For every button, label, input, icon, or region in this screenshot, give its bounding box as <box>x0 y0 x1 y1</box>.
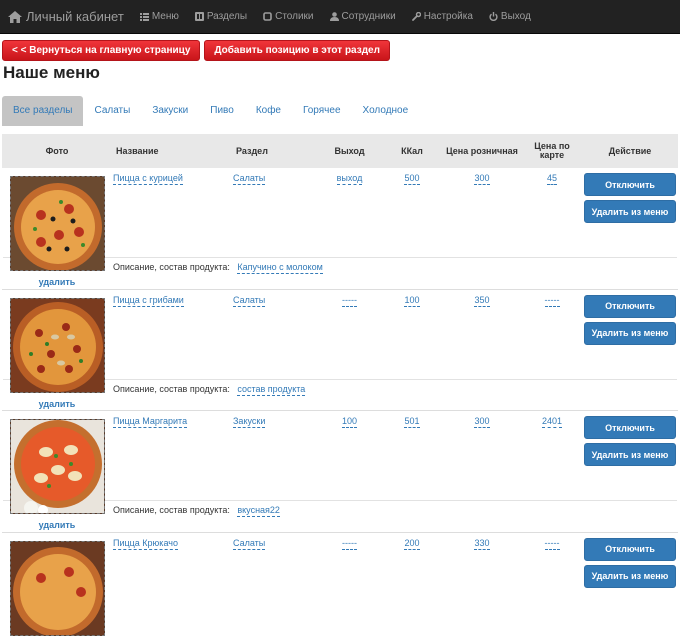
item-price-card[interactable]: ----- <box>544 538 560 550</box>
item-price-retail[interactable]: 300 <box>474 173 490 185</box>
item-kcal[interactable]: 501 <box>404 416 420 428</box>
remove-from-menu-button[interactable]: Удалить из меню <box>584 564 676 588</box>
item-section[interactable]: Салаты <box>233 173 266 185</box>
pizza-photo[interactable] <box>9 297 105 393</box>
remove-from-menu-button[interactable]: Удалить из меню <box>584 321 676 345</box>
header-section: Раздел <box>232 134 317 168</box>
item-price-card[interactable]: 2401 <box>541 416 563 428</box>
tab-hot[interactable]: Горячее <box>292 96 352 126</box>
top-navbar: Личный кабинет Меню Разделы Столики Сотр… <box>0 0 680 34</box>
brand-label: Личный кабинет <box>26 9 124 24</box>
nav-label-menu: Меню <box>151 11 179 22</box>
header-kcal: ККал <box>382 134 442 168</box>
item-name[interactable]: Пицца с курицей <box>113 173 183 185</box>
remove-from-menu-button[interactable]: Удалить из меню <box>584 443 676 466</box>
item-output[interactable]: выход <box>336 173 363 185</box>
menu-table: Фото Название Раздел Выход ККал Цена роз… <box>2 134 678 637</box>
disable-button[interactable]: Отключить <box>584 294 676 318</box>
book-icon <box>194 12 204 21</box>
pizza-photo[interactable] <box>9 540 105 636</box>
square-icon <box>263 12 272 21</box>
wrench-icon <box>411 12 421 21</box>
nav-label-sections: Разделы <box>206 11 248 22</box>
item-price-retail[interactable]: 330 <box>474 538 490 550</box>
item-price-retail[interactable]: 350 <box>474 295 490 307</box>
item-section[interactable]: Салаты <box>233 538 266 550</box>
header-action: Действие <box>582 134 678 168</box>
nav-item-settings[interactable]: Настройка <box>404 0 481 34</box>
item-price-retail[interactable]: 300 <box>474 416 490 428</box>
power-icon <box>489 12 498 21</box>
description-label: Описание, состав продукта: <box>113 505 230 515</box>
photo-cell <box>2 532 112 637</box>
item-section[interactable]: Салаты <box>233 295 266 307</box>
page-title: Наше меню <box>3 63 100 82</box>
nav-label-settings: Настройка <box>423 11 473 22</box>
nav-label-logout: Выход <box>500 11 531 22</box>
item-price-card[interactable]: ----- <box>544 295 560 307</box>
table-row: удалить Пицца с курицей Салаты выход 500… <box>2 168 678 287</box>
delete-photo-link[interactable]: удалить <box>3 277 111 287</box>
add-item-button[interactable]: Добавить позицию в этот раздел <box>204 40 390 61</box>
tab-coffee[interactable]: Кофе <box>245 96 292 126</box>
disable-button[interactable]: Отключить <box>584 416 676 439</box>
description-label: Описание, состав продукта: <box>113 262 230 272</box>
main-content: < < Вернуться на главную страницу Добави… <box>0 34 680 637</box>
item-kcal[interactable]: 100 <box>404 295 420 307</box>
delete-photo-link[interactable]: удалить <box>3 520 111 530</box>
table-header: Фото Название Раздел Выход ККал Цена роз… <box>2 134 678 168</box>
item-section[interactable]: Закуски <box>233 416 266 428</box>
tab-all[interactable]: Все разделы <box>2 96 84 126</box>
item-output[interactable]: ----- <box>342 538 357 550</box>
table-row: Пицца Крюкачо Салаты ----- 200 330 -----… <box>2 532 678 637</box>
header-output: Выход <box>317 134 382 168</box>
back-to-main-button[interactable]: < < Вернуться на главную страницу <box>2 40 201 61</box>
disable-button[interactable]: Отключить <box>584 173 676 196</box>
list-icon <box>139 12 149 21</box>
item-name[interactable]: Пицца Крюкачо <box>113 538 178 550</box>
table-row: удалить Пицца Маргарита Закуски 100 501 … <box>2 411 678 530</box>
nav-label-staff: Сотрудники <box>341 11 396 22</box>
item-name[interactable]: Пицца Маргарита <box>113 416 188 428</box>
header-price-retail: Цена розничная <box>442 134 522 168</box>
user-icon <box>329 12 339 21</box>
header-price-card: Цена по карте <box>522 134 582 168</box>
item-description[interactable]: Капучино с молоком <box>237 262 323 274</box>
delete-photo-link[interactable]: удалить <box>3 399 111 409</box>
item-description[interactable]: состав продукта <box>237 384 306 396</box>
pizza-photo[interactable] <box>9 176 105 271</box>
photo-cell: удалить <box>2 168 112 288</box>
remove-from-menu-button[interactable]: Удалить из меню <box>584 200 676 223</box>
photo-cell: удалить <box>2 411 112 532</box>
nav-item-sections[interactable]: Разделы <box>187 0 255 34</box>
disable-button[interactable]: Отключить <box>584 537 676 561</box>
brand-link[interactable]: Личный кабинет <box>8 9 124 24</box>
tab-salads[interactable]: Салаты <box>83 96 141 126</box>
tab-snacks[interactable]: Закуски <box>141 96 199 126</box>
photo-cell: удалить <box>2 289 112 410</box>
item-description[interactable]: вкусная22 <box>237 505 280 517</box>
item-output[interactable]: 100 <box>341 416 358 428</box>
description-label: Описание, состав продукта: <box>113 383 230 394</box>
nav-item-staff[interactable]: Сотрудники <box>322 0 404 34</box>
nav-item-menu[interactable]: Меню <box>132 0 187 34</box>
table-row: удалить Пицца с грибами Салаты ----- 100… <box>2 289 678 409</box>
home-icon <box>8 10 22 23</box>
nav-label-tables: Столики <box>275 11 314 22</box>
item-output[interactable]: ----- <box>342 295 357 307</box>
nav-item-logout[interactable]: Выход <box>481 0 539 34</box>
item-kcal[interactable]: 200 <box>404 538 420 550</box>
section-tabs: Все разделы Салаты Закуски Пиво Кофе Гор… <box>2 96 678 126</box>
item-name[interactable]: Пицца с грибами <box>113 295 184 307</box>
tab-beer[interactable]: Пиво <box>199 96 245 126</box>
action-buttons: < < Вернуться на главную страницу Добави… <box>2 40 678 61</box>
header-name: Название <box>112 134 232 168</box>
nav-item-tables[interactable]: Столики <box>255 0 321 34</box>
item-price-card[interactable]: 45 <box>546 173 557 185</box>
pizza-photo[interactable] <box>9 419 105 514</box>
item-kcal[interactable]: 500 <box>404 173 420 185</box>
tab-cold[interactable]: Холодное <box>352 96 420 126</box>
header-photo: Фото <box>2 134 112 168</box>
